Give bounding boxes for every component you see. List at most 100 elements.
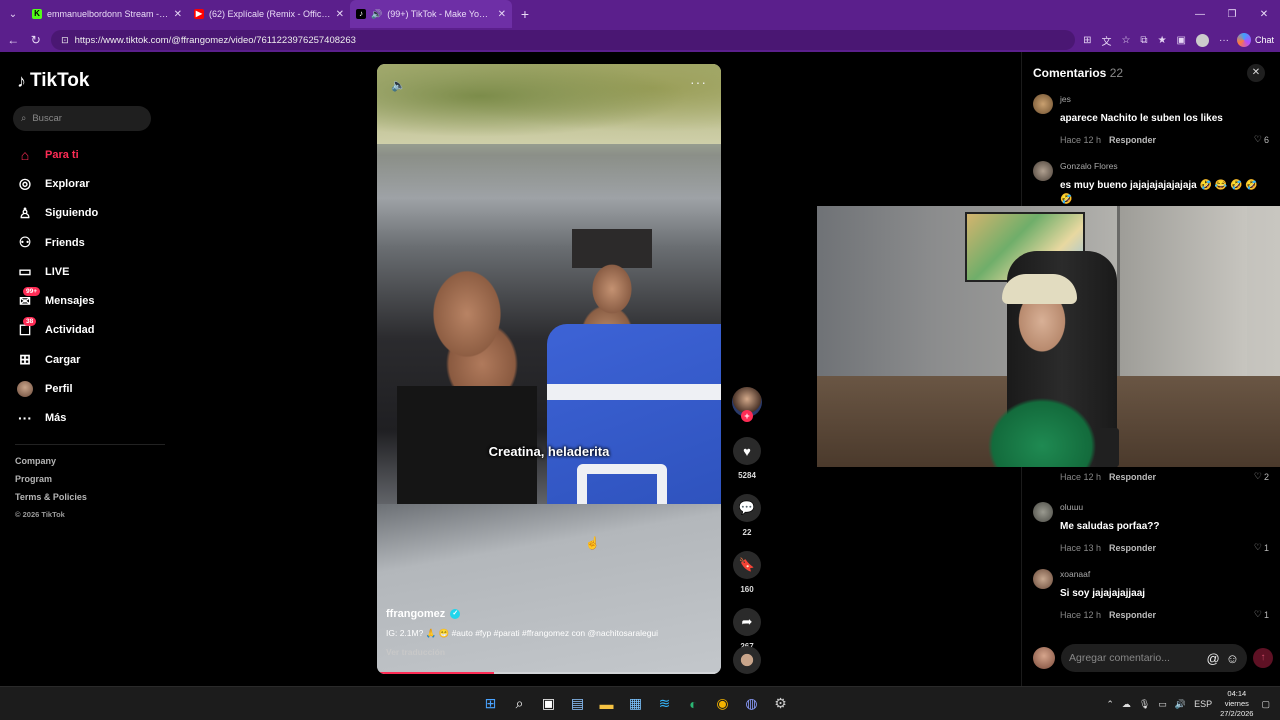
url-field[interactable]: ⊡ https://www.tiktok.com/@ffrangomez/vid… bbox=[51, 30, 1076, 50]
reply-button[interactable]: Responder bbox=[1109, 472, 1156, 482]
browser-tab-kick[interactable]: K emmanuelbordonn Stream - Watc ✕ bbox=[26, 0, 188, 28]
footer-link-terms[interactable]: Terms & Policies bbox=[15, 488, 87, 506]
save-button[interactable]: 🔖 160 bbox=[730, 551, 764, 594]
mention-icon[interactable]: @ bbox=[1207, 651, 1220, 666]
microphone-icon[interactable]: 🎙 bbox=[1139, 699, 1150, 710]
favorites-icon[interactable]: ★ bbox=[1158, 35, 1167, 46]
onedrive-icon[interactable]: ☁ bbox=[1122, 699, 1131, 710]
comment-input[interactable]: Agregar comentario... @ ☺ bbox=[1061, 644, 1247, 672]
task-view-icon[interactable]: ▣ bbox=[538, 693, 559, 714]
share-button[interactable]: ➦ 267 bbox=[730, 608, 764, 651]
comments-header: Comentarios 22 bbox=[1033, 66, 1123, 80]
reply-button[interactable]: Responder bbox=[1109, 135, 1156, 145]
close-tab-icon[interactable]: ✕ bbox=[174, 9, 182, 20]
browser-tab-youtube[interactable]: ▶ (62) Explícale (Remix - Official Lyric… bbox=[188, 0, 350, 28]
video-more-icon[interactable]: ··· bbox=[690, 74, 707, 90]
refresh-icon[interactable]: ↻ bbox=[29, 33, 44, 47]
file-explorer-icon[interactable]: ▬ bbox=[596, 693, 617, 714]
collections-icon[interactable]: ▣ bbox=[1177, 35, 1186, 46]
sidebar-item-cargar[interactable]: ⊞ Cargar bbox=[17, 345, 98, 374]
footer-link-company[interactable]: Company bbox=[15, 452, 87, 470]
widgets-icon[interactable]: ▤ bbox=[567, 693, 588, 714]
footer-link-program[interactable]: Program bbox=[15, 470, 87, 488]
see-translation-link[interactable]: Ver traducción bbox=[386, 647, 716, 657]
commenter-name[interactable]: jes bbox=[1060, 94, 1269, 104]
tray-chevron-icon[interactable]: ⌃ bbox=[1106, 699, 1114, 710]
video-author[interactable]: ffrangomez ✓ bbox=[386, 608, 716, 620]
comment-like-button[interactable]: ♡ 1 bbox=[1254, 542, 1269, 553]
creator-avatar[interactable]: + bbox=[732, 387, 762, 422]
sidebar-item-live[interactable]: ▭ LIVE bbox=[17, 257, 98, 286]
commenter-avatar[interactable] bbox=[1033, 161, 1053, 181]
edge-icon[interactable]: ◐ bbox=[683, 693, 704, 714]
like-button[interactable]: ♥ 5284 bbox=[730, 437, 764, 480]
language-indicator[interactable]: ESP bbox=[1194, 699, 1212, 709]
close-tab-icon[interactable]: ✕ bbox=[336, 9, 344, 20]
search-placeholder: Buscar bbox=[32, 113, 62, 124]
video-progress-bar[interactable] bbox=[377, 672, 721, 674]
clock-time: 04:14 bbox=[1227, 689, 1247, 698]
commenter-name[interactable]: Gonzalo Flores bbox=[1060, 161, 1269, 171]
sidebar-item-actividad[interactable]: ☐ 38 Actividad bbox=[17, 316, 98, 345]
video-player[interactable]: 🔈 ··· Creatina, heladerita ☝ ffrangomez … bbox=[377, 64, 721, 674]
commenter-name[interactable]: oluɯu bbox=[1060, 502, 1269, 512]
chat-label: Chat bbox=[1254, 35, 1274, 45]
sidebar-item-siguiendo[interactable]: ♙ Siguiendo bbox=[17, 199, 98, 228]
discord-icon[interactable]: ◍ bbox=[741, 693, 762, 714]
windows-start-icon[interactable]: ⊞ bbox=[480, 693, 501, 714]
tiktok-logo[interactable]: ♪ TikTok bbox=[17, 70, 89, 92]
close-comments-icon[interactable]: ✕ bbox=[1247, 64, 1265, 82]
steam-icon[interactable]: ⚙ bbox=[770, 693, 791, 714]
comment-like-count: 1 bbox=[1263, 542, 1269, 553]
search-input[interactable]: ⌕ Buscar bbox=[13, 106, 151, 131]
extensions-icon[interactable]: ⧉ bbox=[1140, 35, 1147, 46]
copilot-chat-button[interactable]: Chat bbox=[1236, 33, 1274, 47]
back-arrow-icon[interactable]: ← bbox=[6, 33, 21, 47]
app-available-icon[interactable]: ⊞ bbox=[1083, 35, 1091, 46]
sidebar-item-mensajes[interactable]: ✉ 99+ Mensajes bbox=[17, 286, 98, 315]
search-icon[interactable]: ⌕ bbox=[509, 693, 530, 714]
more-options-icon[interactable]: ··· bbox=[1219, 35, 1229, 46]
restore-icon[interactable]: ❐ bbox=[1216, 9, 1248, 20]
chrome-icon[interactable]: ◉ bbox=[712, 693, 733, 714]
site-info-icon[interactable]: ⊡ bbox=[61, 35, 69, 46]
taskbar-clock[interactable]: 04:14 viernes 27/2/2026 bbox=[1220, 689, 1253, 719]
volume-icon[interactable]: 🔈 bbox=[391, 78, 406, 92]
close-tab-icon[interactable]: ✕ bbox=[498, 9, 506, 20]
sidebar-item-explorar[interactable]: ◎ Explorar bbox=[17, 169, 98, 198]
follow-plus-icon[interactable]: + bbox=[741, 410, 753, 422]
reply-button[interactable]: Responder bbox=[1109, 543, 1156, 553]
sidebar-item-mas[interactable]: ··· Más bbox=[17, 404, 98, 433]
browser-tab-tiktok[interactable]: ♪ 🔊 (99+) TikTok - Make Your Day ✕ bbox=[350, 0, 512, 28]
commenter-avatar[interactable] bbox=[1033, 502, 1053, 522]
emoji-icon[interactable]: ☺ bbox=[1226, 651, 1239, 666]
comment-like-button[interactable]: ♡ 2 bbox=[1254, 471, 1269, 482]
profile-avatar[interactable] bbox=[1195, 33, 1209, 47]
network-icon[interactable]: ▭ bbox=[1158, 699, 1167, 710]
close-window-icon[interactable]: ✕ bbox=[1248, 9, 1280, 20]
wifi-app-icon[interactable]: ≋ bbox=[654, 693, 675, 714]
comment-like-button[interactable]: ♡ 6 bbox=[1254, 134, 1269, 145]
commenter-name[interactable]: xoanaaf bbox=[1060, 569, 1269, 579]
commenter-avatar[interactable] bbox=[1033, 94, 1053, 114]
music-disc-icon[interactable] bbox=[733, 646, 761, 674]
comment-like-button[interactable]: ♡ 1 bbox=[1254, 609, 1269, 620]
speaker-icon[interactable]: 🔊 bbox=[371, 9, 382, 20]
sidebar-item-para-ti[interactable]: ⌂ Para ti bbox=[17, 140, 98, 169]
sidebar-item-perfil[interactable]: Perfil bbox=[17, 374, 98, 403]
minimize-icon[interactable]: — bbox=[1184, 9, 1216, 20]
sidebar-item-friends[interactable]: ⚇ Friends bbox=[17, 228, 98, 257]
tab-actions-menu-icon[interactable]: ⌄ bbox=[0, 0, 26, 28]
volume-tray-icon[interactable]: 🔊 bbox=[1175, 699, 1186, 710]
store-icon[interactable]: ▦ bbox=[625, 693, 646, 714]
comment-button[interactable]: 💬 22 bbox=[730, 494, 764, 537]
translate-icon[interactable]: 文 bbox=[1101, 33, 1111, 48]
search-icon: ⌕ bbox=[21, 113, 27, 124]
friends-icon: ⚇ bbox=[18, 234, 32, 251]
notifications-icon[interactable]: ▢ bbox=[1261, 699, 1270, 710]
send-comment-button[interactable]: ↑ bbox=[1253, 648, 1273, 668]
reply-button[interactable]: Responder bbox=[1109, 610, 1156, 620]
new-tab-button[interactable]: + bbox=[512, 6, 538, 22]
favorite-star-icon[interactable]: ☆ bbox=[1121, 35, 1130, 46]
commenter-avatar[interactable] bbox=[1033, 569, 1053, 589]
